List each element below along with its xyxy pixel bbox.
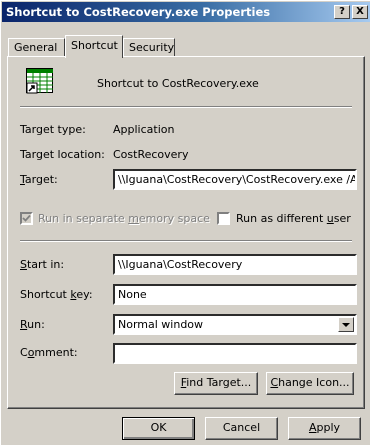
start-in-mnemonic: S <box>20 258 27 271</box>
run-select-value: Normal window <box>118 318 204 331</box>
run-as-different-user-checkbox[interactable] <box>217 212 230 225</box>
run-separate-memory-text-end: emory space <box>138 212 210 225</box>
shortcut-key-label: Shortcut key: <box>20 288 93 301</box>
tab-shortcut[interactable]: Shortcut <box>65 35 123 58</box>
tab-panel-shortcut: Shortcut to CostRecovery.exe Target type… <box>7 56 365 409</box>
target-type-label: Target type: <box>20 123 86 136</box>
properties-window: Shortcut to CostRecovery.exe Properties … <box>0 0 370 445</box>
run-separate-memory-label: Run in separate memory space <box>38 212 210 225</box>
target-type-value: Application <box>113 123 175 136</box>
start-in-text: tart in: <box>26 258 65 271</box>
separator <box>20 106 352 108</box>
run-as-user-text-end: ser <box>333 212 351 225</box>
title-bar[interactable]: Shortcut to CostRecovery.exe Properties … <box>2 2 370 22</box>
apply-button[interactable]: Apply <box>288 417 361 440</box>
shortcut-key-text-end: ey: <box>76 288 93 301</box>
change-icon-mnemonic: C <box>270 376 279 389</box>
run-text: un: <box>27 318 45 331</box>
target-location-label: Target location: <box>20 148 105 161</box>
apply-text: pply <box>316 421 341 434</box>
tab-security[interactable]: Security <box>123 38 175 57</box>
tab-general[interactable]: General <box>8 38 65 57</box>
separator <box>20 240 352 242</box>
shortcut-key-text: Shortcut <box>20 288 71 301</box>
spreadsheet-shortcut-icon <box>26 68 54 94</box>
chevron-down-icon[interactable] <box>338 317 354 332</box>
run-separate-memory-checkbox[interactable] <box>20 212 33 225</box>
run-select[interactable]: Normal window <box>113 314 357 335</box>
comment-text: mment: <box>34 346 78 359</box>
help-button[interactable]: ? <box>334 5 350 19</box>
window-title: Shortcut to CostRecovery.exe Properties <box>6 5 271 19</box>
run-as-different-user-label: Run as different user <box>236 212 351 225</box>
run-label: Run: <box>20 318 45 331</box>
comment-input[interactable] <box>113 343 357 364</box>
shortcut-name: Shortcut to CostRecovery.exe <box>97 77 259 90</box>
target-input[interactable]: \\Iguana\CostRecovery\CostRecovery.exe /… <box>113 169 357 190</box>
cancel-button[interactable]: Cancel <box>205 417 278 440</box>
change-icon-button[interactable]: Change Icon... <box>266 372 354 395</box>
start-in-label: Start in: <box>20 258 64 271</box>
comment-text-start: C <box>20 346 28 359</box>
run-separate-memory-text: Run in separate <box>38 212 129 225</box>
checkmark-icon <box>22 214 31 222</box>
shortcut-key-input[interactable]: None <box>113 284 357 305</box>
target-label: Target: <box>20 173 58 186</box>
apply-mnemonic: A <box>308 421 317 434</box>
find-target-button[interactable]: Find Target... <box>174 372 258 395</box>
change-icon-text: hange Icon... <box>278 376 350 389</box>
find-target-text: ind Target... <box>186 376 252 389</box>
close-button[interactable]: X <box>352 5 368 19</box>
ok-button[interactable]: OK <box>122 417 195 440</box>
run-as-user-mnemonic: u <box>326 212 334 225</box>
run-separate-memory-mnemonic: m <box>128 212 139 225</box>
target-location-value: CostRecovery <box>113 148 189 161</box>
run-as-user-text: Run as different <box>236 212 327 225</box>
start-in-input[interactable]: \\Iguana\CostRecovery <box>113 254 357 275</box>
comment-label: Comment: <box>20 346 78 359</box>
target-label-text: arget: <box>24 173 58 186</box>
